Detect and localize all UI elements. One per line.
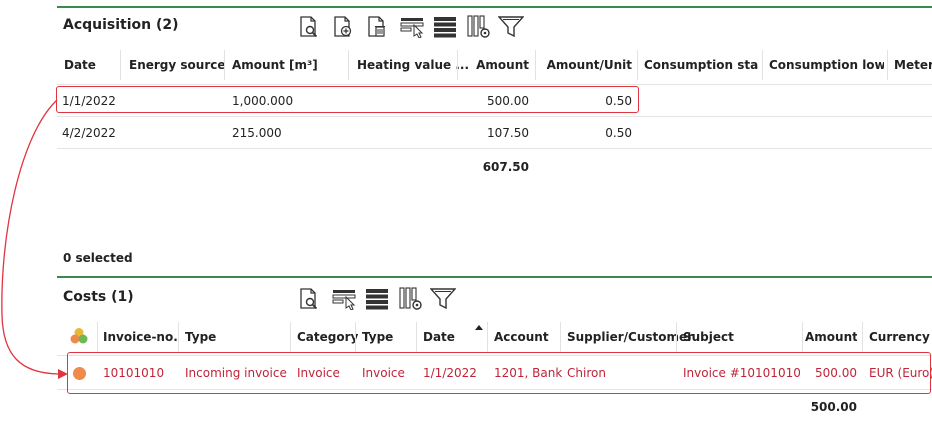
view-details-icon[interactable] bbox=[296, 14, 322, 40]
connector-arrow bbox=[1, 99, 68, 379]
select-columns-icon[interactable] bbox=[332, 286, 358, 312]
acquisition-total-amount: 607.50 bbox=[482, 160, 529, 174]
column-header-consumption-start[interactable]: Consumption sta... bbox=[644, 58, 759, 72]
column-header-energy-source[interactable]: Energy source bbox=[129, 58, 226, 72]
filter-icon[interactable] bbox=[430, 286, 456, 312]
highlight-box-costs bbox=[67, 352, 931, 394]
column-header-account[interactable]: Account bbox=[494, 330, 549, 344]
column-header-currency[interactable]: Currency bbox=[869, 330, 930, 344]
column-header-subject[interactable]: Subject bbox=[683, 330, 734, 344]
acquisition-toolbar bbox=[296, 14, 524, 40]
column-header-date[interactable]: Date bbox=[64, 58, 96, 72]
select-columns-icon[interactable] bbox=[400, 14, 426, 40]
cell-amount: 107.50 bbox=[487, 126, 529, 140]
column-settings-icon[interactable] bbox=[398, 286, 424, 312]
acquisition-title: Acquisition (2) bbox=[63, 17, 179, 33]
column-header-supplier-customer[interactable]: Supplier/Customer bbox=[567, 330, 693, 344]
costs-total-amount: 500.00 bbox=[810, 400, 857, 414]
column-header-category[interactable]: Category bbox=[297, 330, 358, 344]
column-header-amount-unit[interactable]: Amount/Unit bbox=[537, 58, 632, 72]
column-header-amount-m3[interactable]: Amount [m³] bbox=[232, 58, 318, 72]
acquisition-top-border bbox=[57, 6, 932, 8]
costs-table-header: Invoice-no. Type Category Type Date Acco… bbox=[57, 319, 932, 355]
column-header-heating-value[interactable]: Heating value ... bbox=[357, 58, 469, 72]
column-header-amount[interactable]: Amount bbox=[462, 58, 529, 72]
column-header-type[interactable]: Type bbox=[185, 330, 216, 344]
highlight-box-acquisition bbox=[56, 86, 639, 113]
column-header-consumption-low[interactable]: Consumption low... bbox=[769, 58, 884, 72]
list-view-icon[interactable] bbox=[364, 286, 390, 312]
column-header-meter[interactable]: Meter bbox=[894, 58, 932, 72]
add-document-icon[interactable] bbox=[330, 14, 356, 40]
column-header-invoice-no[interactable]: Invoice-no. bbox=[103, 330, 178, 344]
column-settings-icon[interactable] bbox=[466, 14, 492, 40]
table-row[interactable]: 4/2/2022 215.000 107.50 0.50 bbox=[57, 117, 932, 148]
costs-top-border bbox=[57, 276, 932, 278]
view-details-icon[interactable] bbox=[296, 286, 322, 312]
acquisition-table-header: Date Energy source Amount [m³] Heating v… bbox=[57, 47, 932, 84]
cell-amount-m3: 215.000 bbox=[232, 126, 282, 140]
column-header-amount[interactable]: Amount bbox=[805, 330, 857, 344]
delete-document-icon[interactable] bbox=[364, 14, 390, 40]
column-header-date[interactable]: Date bbox=[423, 330, 455, 344]
column-header-type-2[interactable]: Type bbox=[362, 330, 393, 344]
cell-amount-unit: 0.50 bbox=[605, 126, 632, 140]
filter-icon[interactable] bbox=[498, 14, 524, 40]
sort-ascending-icon[interactable] bbox=[475, 325, 483, 330]
list-view-icon[interactable] bbox=[432, 14, 458, 40]
costs-toolbar bbox=[296, 286, 456, 312]
